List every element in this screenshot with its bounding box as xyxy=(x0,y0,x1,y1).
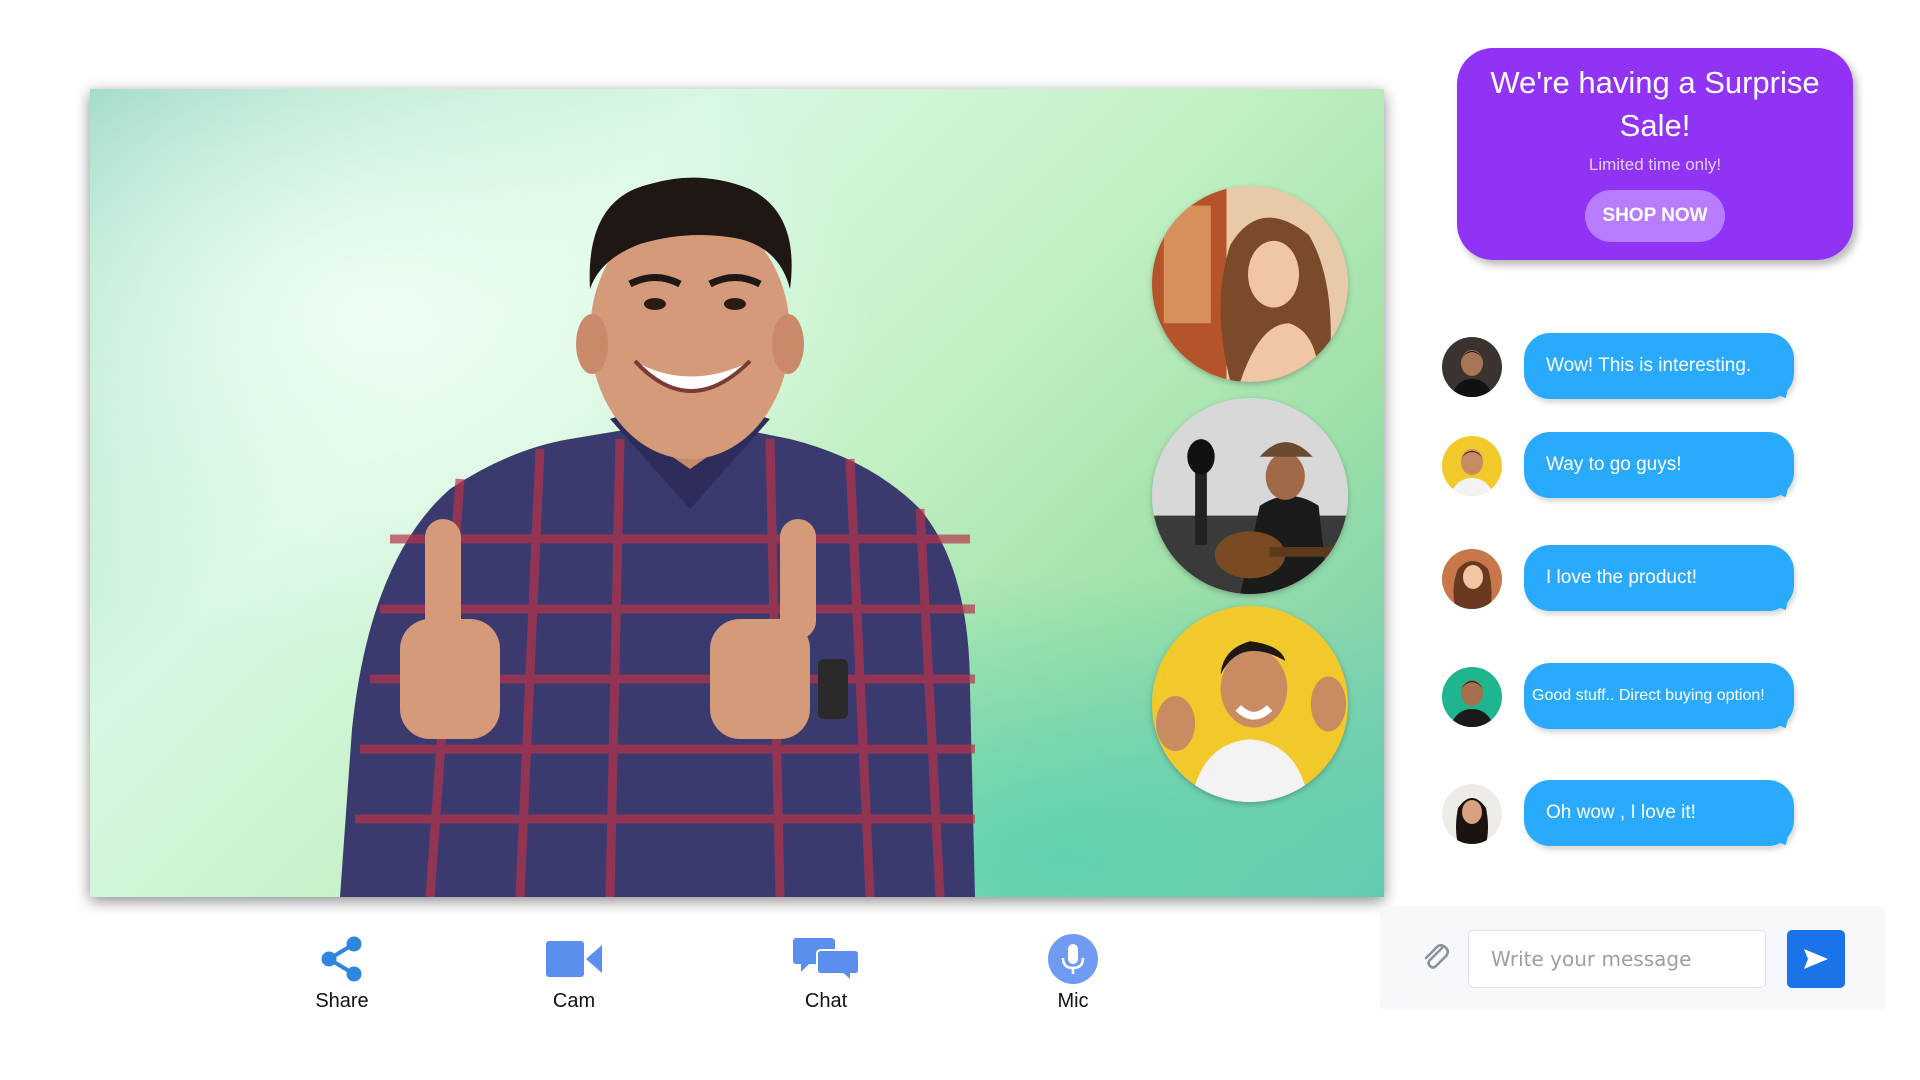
message-bubble: I love the product! xyxy=(1524,545,1794,611)
mic-button[interactable]: Mic xyxy=(1013,930,1133,1013)
message-bubble: Oh wow , I love it! xyxy=(1524,780,1794,846)
camera-icon xyxy=(546,941,602,977)
chat-label: Chat xyxy=(804,990,848,1012)
promo-title: We're having a Surprise Sale! xyxy=(1490,65,1820,143)
mic-label: Mic xyxy=(1057,990,1089,1012)
send-button[interactable] xyxy=(1787,930,1845,988)
main-video[interactable] xyxy=(90,89,1384,897)
message-bubble: Good stuff.. Direct buying option! xyxy=(1524,663,1794,729)
share-icon xyxy=(321,936,362,982)
avatar xyxy=(1442,784,1502,844)
attach-button[interactable] xyxy=(1418,939,1454,975)
mic-icon xyxy=(1048,934,1098,984)
avatar xyxy=(1442,549,1502,609)
message-input[interactable] xyxy=(1468,930,1766,988)
message-composer xyxy=(1380,906,1885,1010)
chat-message: Way to go guys! xyxy=(1440,432,1820,504)
paperclip-icon xyxy=(1424,943,1450,969)
avatar xyxy=(1442,436,1502,496)
message-bubble: Wow! This is interesting. xyxy=(1524,333,1794,399)
cam-label: Cam xyxy=(552,990,596,1012)
share-label: Share xyxy=(315,990,369,1012)
participant-smiling-man xyxy=(1152,606,1348,802)
share-button[interactable]: Share xyxy=(282,930,402,1013)
shop-now-button[interactable]: SHOP NOW xyxy=(1585,190,1725,242)
participant-guitar-player xyxy=(1152,398,1348,594)
message-bubble: Way to go guys! xyxy=(1524,432,1794,498)
chat-message: Wow! This is interesting. xyxy=(1440,333,1820,405)
chat-button[interactable]: Chat xyxy=(766,930,886,1013)
call-controls: Share Cam Chat Mic xyxy=(0,930,1384,1020)
chat-message: Oh wow , I love it! xyxy=(1440,780,1820,852)
send-icon xyxy=(1804,949,1828,969)
participant-thumbnail[interactable] xyxy=(1152,606,1348,802)
participant-thumbnail[interactable] xyxy=(1152,398,1348,594)
chat-message: Good stuff.. Direct buying option! xyxy=(1440,663,1820,735)
chat-message: I love the product! xyxy=(1440,545,1820,617)
avatar xyxy=(1442,667,1502,727)
participant-woman-portrait xyxy=(1152,186,1348,382)
promo-subtitle: Limited time only! xyxy=(1588,155,1722,174)
chat-icon xyxy=(793,938,859,982)
camera-button[interactable]: Cam xyxy=(514,930,634,1013)
avatar xyxy=(1442,337,1502,397)
promo-banner: We're having a Surprise Sale! Limited ti… xyxy=(1457,48,1853,260)
participant-thumbnail[interactable] xyxy=(1152,186,1348,382)
